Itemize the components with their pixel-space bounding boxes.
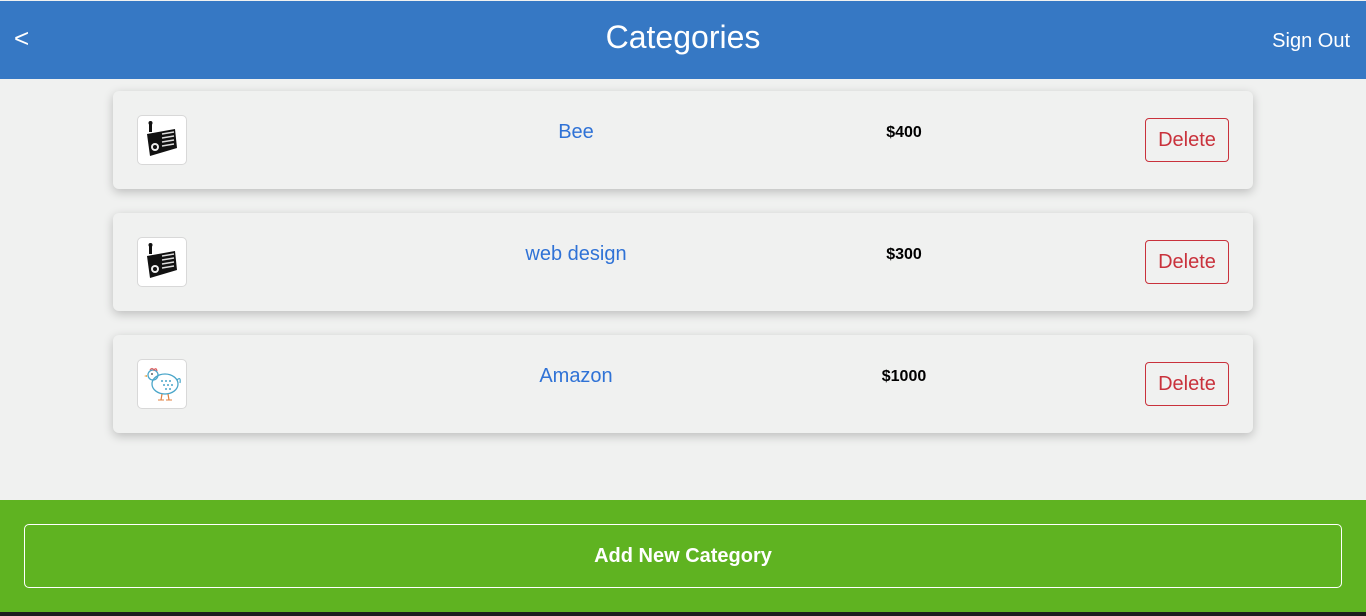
category-card: Amazon $1000 Delete: [113, 335, 1253, 433]
chicken-icon: [144, 367, 181, 401]
page-title: Categories: [605, 19, 761, 55]
delete-button[interactable]: Delete: [1145, 240, 1229, 284]
category-thumbnail: [137, 237, 187, 287]
delete-button[interactable]: Delete: [1145, 362, 1229, 406]
bottom-edge: [0, 612, 1366, 616]
footer-bar: Add New Category: [0, 500, 1366, 612]
category-name[interactable]: web design: [476, 242, 676, 266]
sign-out-button[interactable]: Sign Out: [1272, 28, 1350, 54]
category-price: $400: [886, 124, 922, 141]
category-thumbnail: [137, 359, 187, 409]
category-card: Bee $400 Delete: [113, 91, 1253, 189]
delete-button[interactable]: Delete: [1145, 118, 1229, 162]
category-price: $1000: [881, 368, 927, 385]
radio-icon: [147, 121, 177, 156]
category-name[interactable]: Bee: [476, 120, 676, 144]
category-card: web design $300 Delete: [113, 213, 1253, 311]
add-new-category-button[interactable]: Add New Category: [24, 524, 1342, 588]
category-thumbnail: [137, 115, 187, 165]
category-name[interactable]: Amazon: [476, 364, 676, 388]
category-list: Bee $400 Delete web design $300 Delete A…: [113, 91, 1253, 457]
category-price: $300: [886, 246, 922, 263]
app-header: < Categories Sign Out: [0, 1, 1366, 79]
radio-icon: [147, 243, 177, 278]
